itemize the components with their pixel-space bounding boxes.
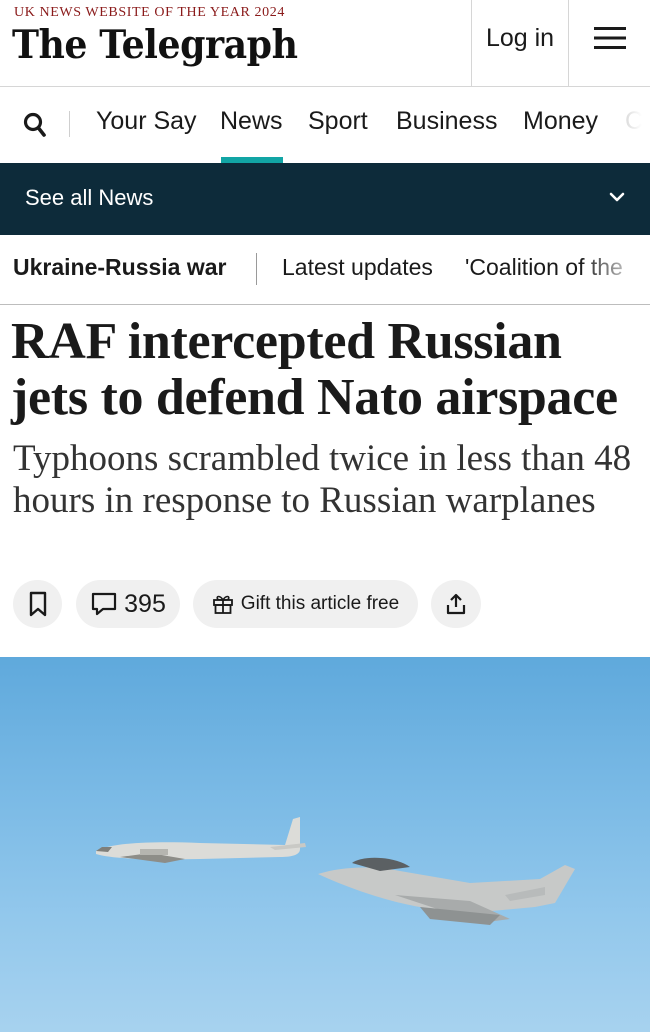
telegraph-logo[interactable]: The Telegraph <box>12 22 298 68</box>
article-headline: RAF intercepted Russian jets to defend N… <box>11 313 618 426</box>
nav-item-business[interactable]: Business <box>396 107 497 136</box>
patrol-aircraft-icon <box>96 817 306 863</box>
share-icon <box>446 593 466 615</box>
bookmark-icon <box>29 591 46 617</box>
nav-item-sport[interactable]: Sport <box>308 107 368 136</box>
topic-bar: Ukraine-Russia war Latest updates 'Coali… <box>0 235 650 305</box>
bookmark-button[interactable] <box>13 580 62 628</box>
topic-fade <box>580 235 650 304</box>
aircraft-photo <box>96 817 575 925</box>
gift-article-button[interactable]: Gift this article free <box>193 580 418 628</box>
gift-icon <box>212 595 233 614</box>
topic-divider <box>256 253 257 285</box>
nav-item-money[interactable]: Money <box>523 107 598 136</box>
topic-title[interactable]: Ukraine-Russia war <box>13 254 226 281</box>
nav-item-news[interactable]: News <box>220 107 283 136</box>
nav-fade <box>610 87 650 163</box>
hero-image[interactable] <box>0 657 650 1032</box>
main-nav: Your Say News Sport Business Money C <box>0 87 650 163</box>
comment-icon <box>92 592 117 616</box>
site-header: UK NEWS WEBSITE OF THE YEAR 2024 The Tel… <box>0 0 650 87</box>
hamburger-menu-icon <box>593 27 626 49</box>
gift-article-label: Gift this article free <box>240 593 400 614</box>
nav-divider <box>69 111 70 137</box>
section-dropdown-label: See all News <box>25 185 154 210</box>
topic-link-latest-updates[interactable]: Latest updates <box>282 254 433 281</box>
nav-item-your-say[interactable]: Your Say <box>96 107 197 136</box>
menu-button[interactable] <box>568 0 650 86</box>
chevron-down-icon <box>609 192 625 202</box>
search-button[interactable] <box>22 111 48 139</box>
typhoon-jet-icon <box>318 857 575 925</box>
section-dropdown[interactable]: See all News <box>0 163 650 235</box>
comment-count: 395 <box>124 589 166 618</box>
login-button[interactable]: Log in <box>471 0 568 86</box>
share-button[interactable] <box>431 580 481 628</box>
comments-button[interactable]: 395 <box>76 580 180 628</box>
search-icon <box>23 112 46 137</box>
article-standfirst: Typhoons scrambled twice in less than 48… <box>13 438 632 521</box>
award-banner: UK NEWS WEBSITE OF THE YEAR 2024 <box>14 5 285 20</box>
